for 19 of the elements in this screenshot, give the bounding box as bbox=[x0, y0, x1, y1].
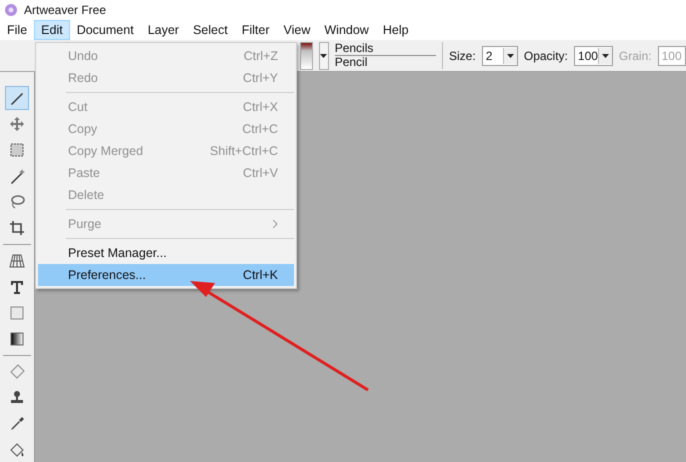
menu-item[interactable]: Window bbox=[317, 20, 376, 40]
menu-entry[interactable]: Preferences... Ctrl+K bbox=[38, 264, 294, 286]
menu-item[interactable]: Edit bbox=[34, 20, 70, 40]
menu-item[interactable]: File bbox=[0, 20, 34, 40]
menu-item[interactable]: Layer bbox=[140, 20, 186, 40]
opacity-select[interactable]: 100 bbox=[574, 46, 613, 66]
grain-label: Grain: bbox=[618, 48, 652, 63]
preset-name: Pencil bbox=[334, 56, 368, 70]
opacity-label: Opacity: bbox=[524, 48, 568, 63]
menu-item[interactable]: Select bbox=[186, 20, 235, 40]
menu-entry[interactable]: Preset Manager... bbox=[38, 242, 294, 264]
menu-item[interactable]: View bbox=[276, 20, 318, 40]
menu-item[interactable]: Document bbox=[70, 20, 141, 40]
size-select[interactable]: 2 bbox=[482, 46, 518, 66]
menu-item[interactable]: Help bbox=[376, 20, 416, 40]
window-title: Artweaver Free bbox=[24, 3, 106, 18]
menu-item[interactable]: Filter bbox=[234, 20, 276, 40]
size-label: Size: bbox=[449, 48, 476, 63]
preset-category: Pencils bbox=[334, 42, 436, 56]
